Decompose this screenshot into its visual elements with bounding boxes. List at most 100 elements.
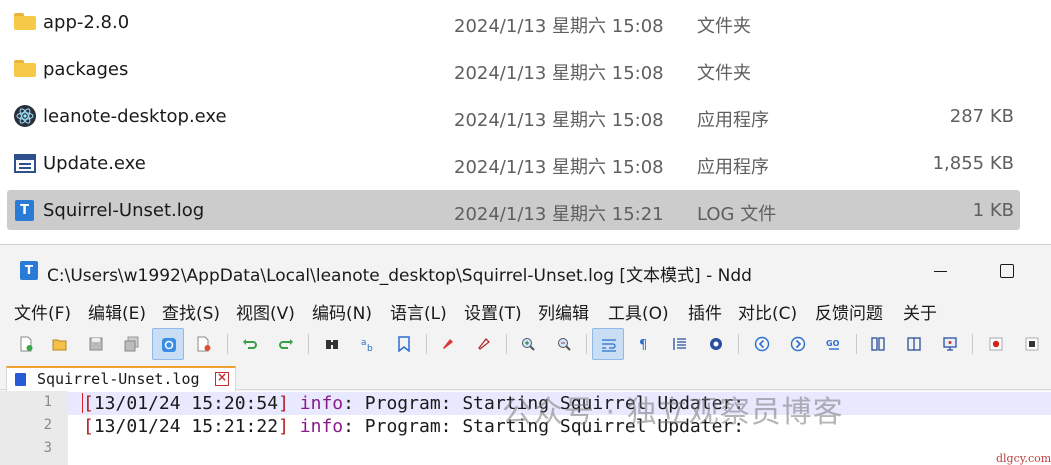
file-row-leanote-desktop[interactable]: leanote-desktop.exe 2024/1/13 星期六 15:08 …: [7, 96, 1020, 136]
line-number-gutter: 1 2 3: [0, 391, 68, 465]
tab-label: Squirrel-Unset.log: [37, 370, 200, 388]
file-type: 文件夹: [697, 63, 751, 84]
new-file-icon: [20, 336, 33, 352]
menu-plugins[interactable]: 插件: [688, 299, 722, 324]
goto-button[interactable]: GO: [818, 328, 850, 360]
line-number: 3: [43, 440, 52, 456]
menu-tools[interactable]: 工具(O): [608, 299, 669, 324]
split-view-button[interactable]: [898, 328, 930, 360]
redo-icon: [279, 339, 293, 349]
code-line[interactable]: [68, 438, 1051, 461]
file-name: Update.exe: [43, 153, 146, 174]
prev-button[interactable]: [746, 328, 778, 360]
goto-icon: GO: [826, 339, 840, 350]
file-row-app-2.8.0[interactable]: app-2.8.0 2024/1/13 星期六 15:08 文件夹: [7, 2, 1020, 42]
menu-file[interactable]: 文件(F): [14, 299, 71, 324]
auto-save-button[interactable]: [152, 328, 184, 360]
zoom-in-button[interactable]: [512, 328, 544, 360]
maximize-button[interactable]: [985, 255, 1029, 287]
clear-highlight-button[interactable]: [468, 328, 500, 360]
menu-feedback[interactable]: 反馈问题: [815, 299, 883, 324]
monitor-button[interactable]: [934, 328, 966, 360]
stop-button[interactable]: [1016, 328, 1048, 360]
undo-icon: [243, 339, 257, 349]
compare-icon: [871, 337, 885, 351]
highlight-button[interactable]: [432, 328, 464, 360]
log-timestamp: 13/01/24 15:21:22: [93, 416, 279, 437]
menu-bar: 文件(F) 编辑(E) 查找(S) 视图(V) 编码(N) 语言(L) 设置(T…: [0, 295, 1051, 325]
menu-language[interactable]: 语言(L): [390, 299, 447, 324]
file-date: 2024/1/13 星期六 15:08: [454, 157, 664, 178]
menu-edit[interactable]: 编辑(E): [88, 299, 146, 324]
ndd-app-icon: T: [20, 261, 38, 280]
menu-encoding[interactable]: 编码(N): [312, 299, 372, 324]
file-type: 文件夹: [697, 16, 751, 37]
find-button[interactable]: [316, 328, 348, 360]
menu-about[interactable]: 关于: [903, 299, 937, 324]
clear-highlight-icon: [478, 338, 490, 350]
file-list: app-2.8.0 2024/1/13 星期六 15:08 文件夹 packag…: [0, 0, 1051, 236]
file-row-squirrel-unset-log[interactable]: T Squirrel-Unset.log 2024/1/13 星期六 15:21…: [7, 190, 1020, 230]
file-date: 2024/1/13 星期六 15:08: [454, 110, 664, 131]
zoom-out-button[interactable]: [548, 328, 580, 360]
zoom-out-icon: [558, 338, 571, 351]
bookmark-button[interactable]: [388, 328, 420, 360]
save-all-button[interactable]: [116, 328, 148, 360]
log-level: info: [299, 416, 344, 437]
title-bar[interactable]: T C:\Users\w1992\AppData\Local\leanote_d…: [0, 245, 1051, 293]
show-symbols-button[interactable]: ¶: [628, 328, 660, 360]
file-date: 2024/1/13 星期六 15:08: [454, 63, 664, 84]
close-file-icon: [197, 336, 211, 352]
svg-text:GO: GO: [826, 339, 840, 348]
save-all-icon: [124, 336, 139, 352]
folder-icon: [14, 13, 36, 30]
save-button[interactable]: [80, 328, 112, 360]
next-button[interactable]: [782, 328, 814, 360]
file-row-packages[interactable]: packages 2024/1/13 星期六 15:08 文件夹: [7, 49, 1020, 89]
text-caret: [82, 393, 83, 413]
file-size: 287 KB: [949, 106, 1014, 127]
menu-settings[interactable]: 设置(T): [464, 299, 522, 324]
svg-text:b: b: [367, 344, 373, 352]
svg-text:¶: ¶: [639, 338, 647, 352]
indent-guide-button[interactable]: [664, 328, 696, 360]
menu-compare[interactable]: 对比(C): [738, 299, 797, 324]
file-row-update-exe[interactable]: Update.exe 2024/1/13 星期六 15:08 应用程序 1,85…: [7, 143, 1020, 183]
exe-window-icon: [14, 154, 36, 173]
find-icon: [326, 340, 338, 349]
undo-button[interactable]: [234, 328, 266, 360]
file-name: leanote-desktop.exe: [43, 106, 227, 127]
record-button[interactable]: [980, 328, 1012, 360]
stop-icon: [1025, 337, 1039, 351]
svg-text:a: a: [361, 338, 367, 348]
word-wrap-button[interactable]: [592, 328, 624, 360]
open-file-button[interactable]: [44, 328, 76, 360]
tab-close-button[interactable]: ×: [215, 370, 229, 386]
maximize-icon: [1000, 264, 1014, 278]
menu-view[interactable]: 视图(V): [236, 299, 295, 324]
file-date: 2024/1/13 星期六 15:21: [454, 204, 664, 225]
menu-search[interactable]: 查找(S): [162, 299, 220, 324]
site-watermark: dlgcy.com: [996, 452, 1051, 465]
menu-column-edit[interactable]: 列编辑: [538, 299, 589, 324]
minimize-button[interactable]: [918, 255, 962, 287]
file-type: 应用程序: [697, 110, 769, 131]
bookmark-icon: [398, 336, 410, 352]
replace-button[interactable]: ab: [352, 328, 384, 360]
redo-button[interactable]: [270, 328, 302, 360]
close-file-button[interactable]: [188, 328, 220, 360]
compare-button[interactable]: [862, 328, 894, 360]
electron-app-icon: [14, 105, 36, 127]
close-icon: ×: [217, 370, 228, 384]
new-file-button[interactable]: [10, 328, 42, 360]
show-symbols-icon: ¶: [639, 338, 647, 352]
monitor-icon: [943, 337, 957, 351]
window-title: C:\Users\w1992\AppData\Local\leanote_des…: [47, 266, 752, 286]
file-size: 1 KB: [972, 200, 1014, 221]
tab-squirrel-unset-log[interactable]: Squirrel-Unset.log ×: [6, 366, 236, 391]
file-date: 2024/1/13 星期六 15:08: [454, 16, 664, 37]
watermark-text: 公众号 · 独立观察员博客: [502, 395, 844, 430]
prev-icon: [754, 336, 770, 352]
file-type: 应用程序: [697, 157, 769, 178]
macro-button[interactable]: [700, 328, 732, 360]
